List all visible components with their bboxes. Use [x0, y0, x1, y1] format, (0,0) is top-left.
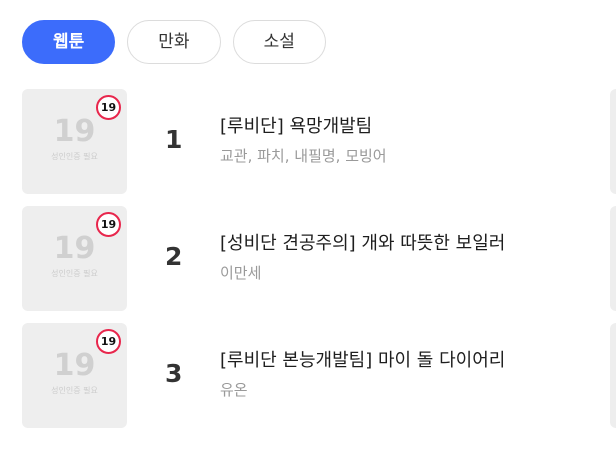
list-item[interactable]: 19 성인인증 필요 19 1 [루비단] 욕망개발팀 교관, 파치, 내필명,… [22, 89, 616, 206]
item-title[interactable]: [루비단] 욕망개발팀 [220, 112, 372, 138]
thumbnail-placeholder[interactable]: 19 성인인증 필요 19 [22, 323, 127, 428]
list-item[interactable]: 19 성인인증 필요 19 2 [성비단 견공주의] 개와 따뜻한 보일러 이만… [22, 206, 616, 323]
thumbnail-placeholder[interactable]: 19 성인인증 필요 19 [22, 206, 127, 311]
ranking-list: 19 성인인증 필요 19 1 [루비단] 욕망개발팀 교관, 파치, 내필명,… [22, 89, 616, 440]
item-authors: 교관, 파치, 내필명, 모빙어 [220, 147, 387, 165]
tab-webtoon[interactable]: 웹툰 [22, 20, 116, 64]
thumbnail-caption: 성인인증 필요 [51, 269, 98, 278]
rank-number: 3 [165, 359, 183, 388]
tab-comics[interactable]: 만화 [127, 20, 221, 64]
item-authors: 이만세 [220, 264, 262, 282]
thumbnail-caption: 성인인증 필요 [51, 386, 98, 395]
age-restriction-badge: 19 [96, 329, 121, 354]
next-column-card[interactable] [610, 206, 616, 311]
rank-number: 2 [165, 242, 183, 271]
item-title[interactable]: [루비단 본능개발팀] 마이 돌 다이어리 [220, 346, 505, 372]
item-title[interactable]: [성비단 견공주의] 개와 따뜻한 보일러 [220, 229, 505, 255]
list-item[interactable]: 19 성인인증 필요 19 3 [루비단 본능개발팀] 마이 돌 다이어리 유온 [22, 323, 616, 440]
tab-novel[interactable]: 소설 [232, 20, 326, 64]
category-tabs: 웹툰 만화 소설 [22, 20, 326, 64]
age-restriction-badge: 19 [96, 212, 121, 237]
age-restriction-badge: 19 [96, 95, 121, 120]
thumbnail-placeholder[interactable]: 19 성인인증 필요 19 [22, 89, 127, 194]
thumbnail-caption: 성인인증 필요 [51, 152, 98, 161]
rank-number: 1 [165, 125, 183, 154]
next-column-card[interactable] [610, 89, 616, 194]
next-column-card[interactable] [610, 323, 616, 428]
item-authors: 유온 [220, 381, 248, 399]
